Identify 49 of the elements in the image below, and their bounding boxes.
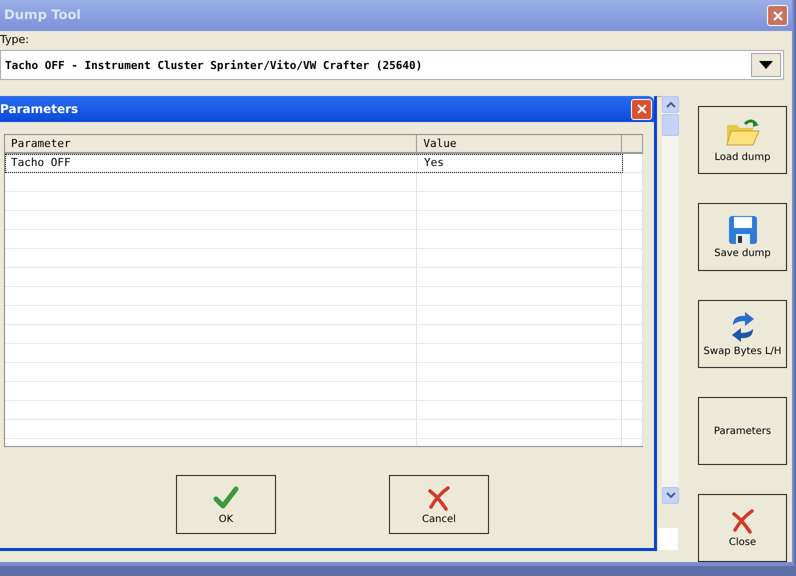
ok-button[interactable]: OK [176, 475, 276, 534]
type-dropdown[interactable]: Tacho OFF - Instrument Cluster Sprinter/Vito/VW Crafter (25640) [0, 50, 784, 80]
side-button[interactable]: Parameters [698, 397, 787, 465]
dialog-title: Parameters [0, 102, 78, 116]
empty-cell [622, 192, 643, 211]
table-cell: Tacho OFF [5, 154, 418, 173]
close-icon [770, 8, 784, 23]
close-button[interactable] [767, 5, 788, 26]
empty-cell [622, 325, 643, 344]
close-button[interactable] [631, 98, 652, 120]
empty-cell [623, 154, 643, 173]
cancel-button[interactable]: Cancel [389, 475, 489, 534]
window-title: Dump Tool [4, 8, 81, 24]
chevron-down-icon [666, 492, 676, 499]
status-field [658, 528, 678, 550]
empty-cell [622, 363, 643, 382]
side-button[interactable]: Save dump [698, 203, 787, 271]
dropdown-button[interactable] [751, 53, 781, 78]
scroll-up-button[interactable] [662, 96, 679, 113]
type-label: Type: [0, 33, 30, 46]
table-cell: Yes [418, 154, 623, 173]
empty-cell [622, 268, 643, 287]
checkmark-icon [213, 484, 239, 510]
side-button[interactable]: Load dump [698, 106, 787, 174]
side-button[interactable]: Close [698, 494, 787, 562]
empty-cell [622, 249, 643, 268]
column-header[interactable]: Parameter [5, 135, 418, 154]
empty-cell [622, 382, 643, 401]
scroll-thumb[interactable] [662, 114, 679, 136]
empty-cell [622, 173, 643, 192]
type-value: Tacho OFF - Instrument Cluster Sprinter/Vito/VW Crafter (25640) [4, 58, 422, 72]
empty-cell [622, 306, 643, 325]
empty-cell [622, 230, 643, 249]
cross-icon [730, 508, 756, 534]
empty-cell [622, 344, 643, 363]
caret-icon [759, 61, 773, 70]
side-button[interactable]: Swap Bytes L/H [698, 300, 787, 368]
column-header [622, 135, 643, 154]
scroll-down-button[interactable] [662, 487, 679, 504]
empty-cell [622, 401, 643, 420]
cross-icon [426, 484, 452, 510]
close-icon [636, 103, 648, 115]
table-row[interactable]: Tacho OFF Yes [5, 154, 623, 173]
empty-cell [622, 287, 643, 306]
scrollbar[interactable] [662, 96, 679, 504]
empty-cell [622, 211, 643, 230]
chevron-up-icon [666, 101, 676, 108]
empty-cell [622, 420, 643, 439]
column-header[interactable]: Value [417, 135, 622, 154]
